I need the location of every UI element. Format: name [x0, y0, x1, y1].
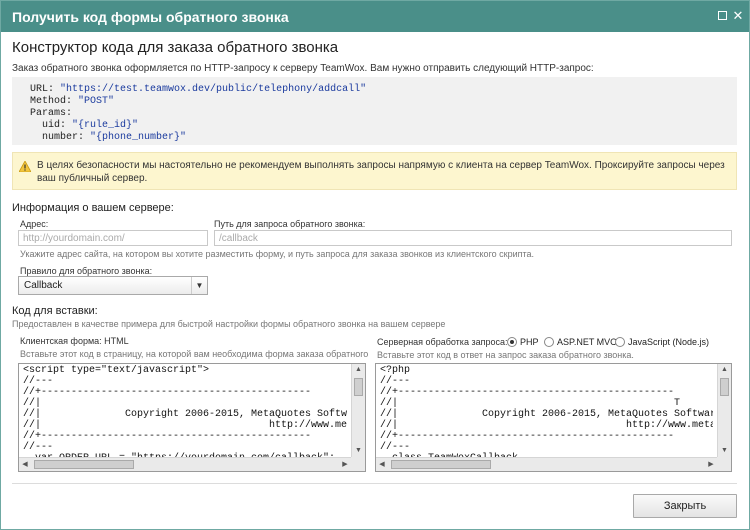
intro-text: Заказ обратного звонка оформляется по HT…	[12, 63, 594, 74]
path-label: Путь для запроса обратного звонка:	[214, 219, 366, 229]
radio-php-label: PHP	[520, 337, 539, 347]
server-handler-label: Серверная обработка запроса:	[377, 337, 508, 347]
scroll-thumb[interactable]	[34, 460, 134, 469]
client-code-text[interactable]: <script type="text/javascript"> //--- //…	[23, 365, 347, 464]
scroll-down-icon[interactable]: ▼	[718, 445, 731, 457]
uid-value: "{rule_id}"	[72, 120, 139, 131]
server-code-editor[interactable]: <?php //--- //+-------------------------…	[375, 363, 732, 472]
dialog-window: Получить код формы обратного звонка ✕ Ко…	[0, 0, 750, 530]
maximize-icon[interactable]	[716, 9, 730, 23]
title-bar: Получить код формы обратного звонка ✕	[1, 1, 749, 32]
radio-aspnet[interactable]: ASP.NET MVC	[544, 337, 617, 347]
window-title: Получить код формы обратного звонка	[12, 9, 289, 25]
number-value: "{phone_number}"	[90, 132, 187, 143]
scroll-thumb[interactable]	[720, 378, 729, 396]
scroll-down-icon[interactable]: ▼	[352, 445, 365, 457]
footer-divider	[12, 483, 737, 484]
scroll-right-icon[interactable]: ▶	[705, 458, 717, 471]
server-handler-hint: Вставьте этот код в ответ на запрос зака…	[377, 350, 634, 360]
params-key: Params:	[30, 108, 73, 119]
security-warning: В целях безопасности мы настоятельно не …	[12, 152, 737, 190]
path-input[interactable]: /callback	[214, 230, 732, 246]
chevron-down-icon[interactable]: ▼	[191, 277, 207, 294]
scroll-corner	[351, 457, 365, 471]
scroll-up-icon[interactable]: ▲	[718, 364, 731, 376]
radio-aspnet-label: ASP.NET MVC	[557, 337, 617, 347]
scroll-up-icon[interactable]: ▲	[352, 364, 365, 376]
client-form-label: Клиентская форма: HTML	[20, 336, 129, 346]
client-vertical-scrollbar[interactable]: ▲ ▼	[351, 364, 365, 457]
radio-nodejs-label: JavaScript (Node.js)	[628, 337, 710, 347]
radio-php[interactable]: PHP	[507, 337, 539, 347]
server-horizontal-scrollbar[interactable]: ◀ ▶	[376, 457, 717, 471]
rule-select-value: Callback	[24, 280, 63, 291]
client-form-hint: Вставьте этот код в страницу, на которой…	[20, 349, 369, 359]
method-value: "POST"	[78, 96, 115, 107]
address-input[interactable]: http://yourdomain.com/	[18, 230, 208, 246]
scroll-left-icon[interactable]: ◀	[376, 458, 388, 471]
warning-text: В целях безопасности мы настоятельно не …	[37, 160, 725, 184]
page-title: Конструктор кода для заказа обратного зв…	[12, 39, 339, 56]
scroll-thumb[interactable]	[391, 460, 491, 469]
close-button[interactable]: Закрыть	[633, 494, 737, 518]
number-key: number:	[42, 132, 85, 143]
server-info-title: Информация о вашем сервере:	[12, 202, 174, 214]
client-code-editor[interactable]: <script type="text/javascript"> //--- //…	[18, 363, 366, 472]
server-hint: Укажите адрес сайта, на котором вы хотит…	[20, 249, 535, 259]
request-code-block: URL: "https://test.teamwox.dev/public/te…	[12, 77, 737, 145]
client-horizontal-scrollbar[interactable]: ◀ ▶	[19, 457, 351, 471]
radio-nodejs-dot[interactable]	[615, 337, 625, 347]
embed-hint: Предоставлен в качестве примера для быст…	[12, 319, 446, 329]
method-key: Method:	[30, 96, 73, 107]
embed-title: Код для вставки:	[12, 305, 98, 317]
warning-icon	[19, 161, 31, 172]
scroll-left-icon[interactable]: ◀	[19, 458, 31, 471]
rule-select[interactable]: Callback ▼	[18, 276, 208, 295]
radio-nodejs[interactable]: JavaScript (Node.js)	[615, 337, 709, 347]
uid-key: uid:	[42, 120, 67, 131]
close-icon[interactable]: ✕	[731, 9, 745, 23]
rule-label: Правило для обратного звонка:	[20, 266, 153, 276]
server-code-text[interactable]: <?php //--- //+-------------------------…	[380, 365, 713, 464]
radio-php-dot[interactable]	[507, 337, 517, 347]
server-vertical-scrollbar[interactable]: ▲ ▼	[717, 364, 731, 457]
url-key: URL:	[30, 84, 55, 95]
radio-aspnet-dot[interactable]	[544, 337, 554, 347]
scroll-right-icon[interactable]: ▶	[339, 458, 351, 471]
scroll-corner	[717, 457, 731, 471]
url-value: "https://test.teamwox.dev/public/telepho…	[60, 84, 367, 95]
scroll-thumb[interactable]	[354, 378, 363, 396]
address-label: Адрес:	[20, 219, 49, 229]
